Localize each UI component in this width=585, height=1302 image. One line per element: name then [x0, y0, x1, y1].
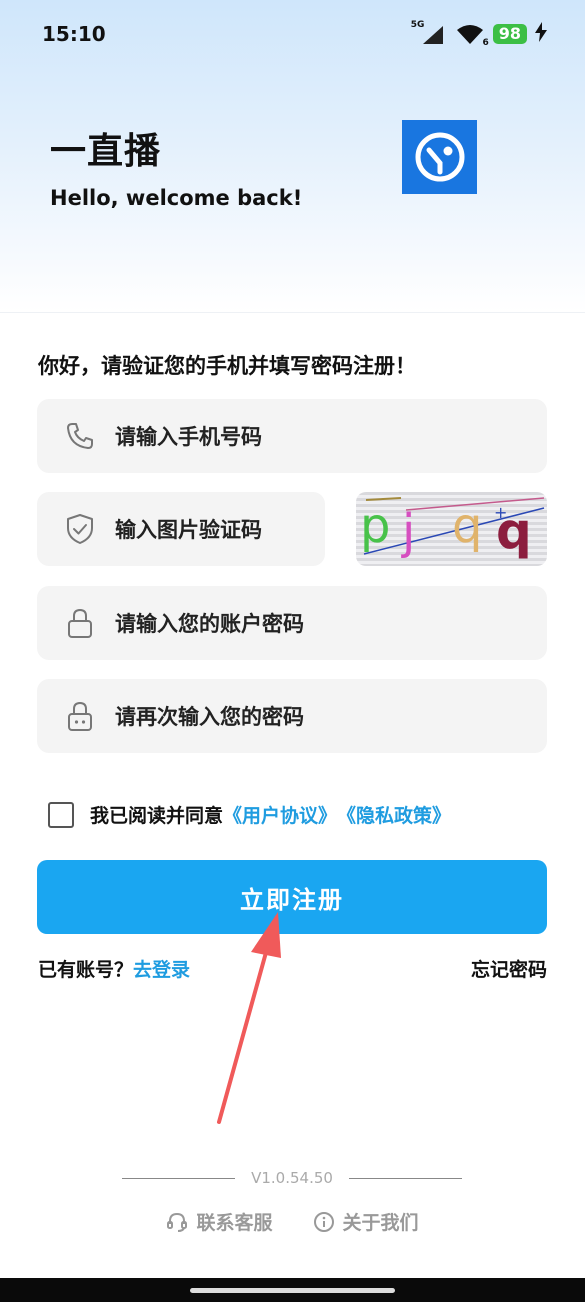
agreement-row: 我已阅读并同意 《用户协议》 《隐私政策》: [48, 801, 451, 828]
register-button[interactable]: 立即注册: [37, 860, 547, 934]
captcha-input[interactable]: 输入图片验证码: [37, 492, 325, 566]
confirm-password-input[interactable]: 请再次输入您的密码: [37, 679, 547, 753]
phone-icon: [63, 419, 97, 453]
agree-text: 我已阅读并同意: [90, 805, 224, 827]
svg-text:+: +: [494, 503, 507, 522]
forgot-password-link[interactable]: 忘记密码: [471, 955, 547, 982]
version-row: V1.0.54.50: [122, 1168, 463, 1188]
about-us-link[interactable]: 关于我们: [313, 1208, 419, 1235]
have-account-row: 已有账号？去登录: [38, 955, 190, 982]
register-prompt: 你好，请验证您的手机并填写密码注册！: [38, 354, 416, 378]
agree-checkbox[interactable]: [48, 801, 74, 828]
footer-links: 联系客服 关于我们: [0, 1208, 585, 1235]
divider: [122, 1177, 236, 1179]
confirm-password-placeholder: 请再次输入您的密码: [115, 705, 304, 729]
wifi-badge: 6: [482, 38, 489, 48]
status-icons: 5G 6 98: [411, 20, 547, 48]
home-gesture-handle[interactable]: [190, 1288, 395, 1293]
wifi-icon: 6: [455, 22, 489, 48]
password-placeholder: 请输入您的账户密码: [115, 612, 304, 636]
headset-icon: [166, 1211, 188, 1233]
captcha-char: p: [360, 498, 390, 554]
captcha-char: q: [452, 498, 482, 554]
user-agreement-link[interactable]: 《用户协议》: [223, 801, 337, 828]
app-logo-icon: [402, 120, 477, 194]
version-label: V1.0.54.50: [251, 1169, 333, 1187]
status-time: 15:10: [42, 22, 106, 46]
battery-level: 98: [492, 24, 527, 44]
shield-check-icon: [63, 512, 97, 546]
password-input[interactable]: 请输入您的账户密码: [37, 586, 547, 660]
divider: [348, 1177, 463, 1179]
cellular-signal-icon: 5G: [411, 20, 447, 46]
app-name: 一直播: [50, 131, 162, 172]
lock-icon: [63, 606, 97, 640]
about-us-label: 关于我们: [342, 1212, 419, 1234]
charging-icon: [535, 22, 547, 46]
phone-placeholder: 请输入手机号码: [115, 425, 262, 449]
phone-input[interactable]: 请输入手机号码: [37, 399, 547, 473]
login-link[interactable]: 去登录: [133, 959, 190, 981]
captcha-placeholder: 输入图片验证码: [115, 518, 262, 542]
info-icon: [313, 1211, 335, 1233]
contact-support-label: 联系客服: [196, 1212, 273, 1234]
contact-support-link[interactable]: 联系客服: [166, 1208, 273, 1235]
network-type-label: 5G: [410, 20, 425, 30]
lock-dots-icon: [63, 699, 97, 733]
privacy-policy-link[interactable]: 《隐私政策》: [337, 801, 451, 828]
have-account-text: 已有账号？: [38, 959, 134, 981]
captcha-char: j: [401, 504, 415, 560]
welcome-text: Hello, welcome back!: [50, 186, 303, 210]
divider: [0, 312, 585, 313]
captcha-image[interactable]: p j q q +: [356, 492, 547, 566]
captcha-drawing: p j q q +: [360, 497, 545, 560]
